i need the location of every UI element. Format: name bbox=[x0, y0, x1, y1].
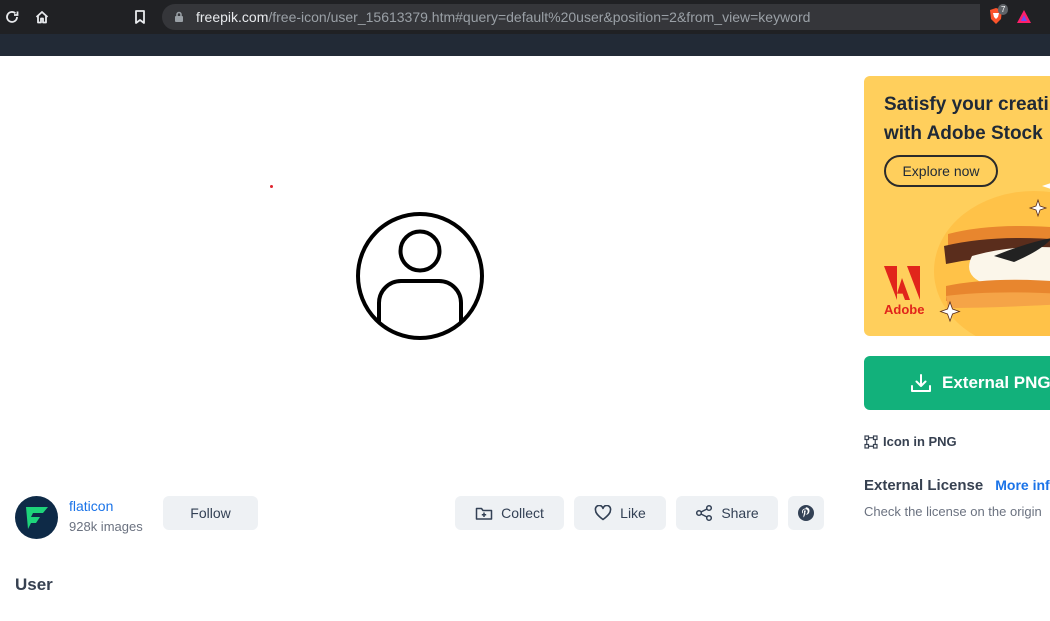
license-title: External License bbox=[864, 477, 984, 494]
extension-badge: 7 bbox=[998, 4, 1009, 15]
format-info: Icon in PNG bbox=[864, 434, 957, 449]
share-button[interactable]: Share bbox=[676, 496, 778, 530]
url-host: freepik.com bbox=[196, 9, 269, 25]
share-icon bbox=[696, 504, 713, 522]
download-png-button[interactable]: External PNG bbox=[864, 356, 1050, 410]
page-header-strip bbox=[0, 34, 1050, 56]
browser-toolbar: freepik.com/free-icon/user_15613379.htm#… bbox=[0, 0, 1050, 34]
reload-icon[interactable] bbox=[0, 0, 24, 34]
license-description: Check the license on the origin bbox=[864, 504, 1042, 519]
brave-shield-icon[interactable]: 7 bbox=[988, 4, 1009, 25]
cursor-dot bbox=[270, 185, 273, 188]
follow-button[interactable]: Follow bbox=[163, 496, 258, 530]
adobe-stock-ad[interactable]: Satisfy your creati with Adobe Stock Exp… bbox=[864, 76, 1050, 336]
pinterest-button[interactable] bbox=[788, 496, 824, 530]
license-more-info-link[interactable]: More inf bbox=[995, 477, 1049, 493]
vector-nodes-icon bbox=[864, 434, 878, 449]
user-icon-preview bbox=[355, 211, 485, 341]
flaticon-logo-icon bbox=[25, 506, 48, 529]
collect-button[interactable]: Collect bbox=[455, 496, 564, 530]
share-label: Share bbox=[721, 505, 759, 521]
address-bar[interactable]: freepik.com/free-icon/user_15613379.htm#… bbox=[162, 4, 1042, 30]
collect-label: Collect bbox=[501, 505, 544, 521]
pinterest-icon bbox=[798, 505, 814, 521]
license-section: External License More inf bbox=[864, 477, 1050, 494]
heart-icon bbox=[594, 505, 612, 521]
format-info-label: Icon in PNG bbox=[883, 434, 957, 449]
author-avatar[interactable] bbox=[15, 496, 58, 539]
lock-icon bbox=[175, 11, 183, 22]
author-image-count: 928k images bbox=[69, 518, 143, 534]
sandwich-illustration-icon bbox=[934, 183, 1050, 336]
url-path: /free-icon/user_15613379.htm#query=defau… bbox=[268, 9, 811, 25]
like-label: Like bbox=[620, 505, 646, 521]
ad-title-line1: Satisfy your creati bbox=[884, 94, 1049, 115]
follow-label: Follow bbox=[190, 505, 231, 521]
author-name-link[interactable]: flaticon bbox=[69, 498, 143, 514]
author-info: flaticon 928k images bbox=[15, 496, 143, 539]
download-label: External PNG bbox=[942, 373, 1050, 392]
ad-brand-label: Adobe bbox=[884, 302, 925, 317]
download-icon bbox=[911, 374, 931, 392]
page-title: User bbox=[15, 575, 53, 594]
extensions-area: 7 bbox=[980, 0, 1050, 34]
folder-plus-icon bbox=[475, 507, 493, 520]
home-icon[interactable] bbox=[30, 0, 54, 34]
adobe-logo-icon bbox=[884, 266, 920, 300]
url-text: freepik.com/free-icon/user_15613379.htm#… bbox=[196, 4, 810, 30]
rewards-icon[interactable] bbox=[1016, 9, 1032, 29]
like-button[interactable]: Like bbox=[574, 496, 666, 530]
bookmark-icon[interactable] bbox=[128, 0, 152, 34]
